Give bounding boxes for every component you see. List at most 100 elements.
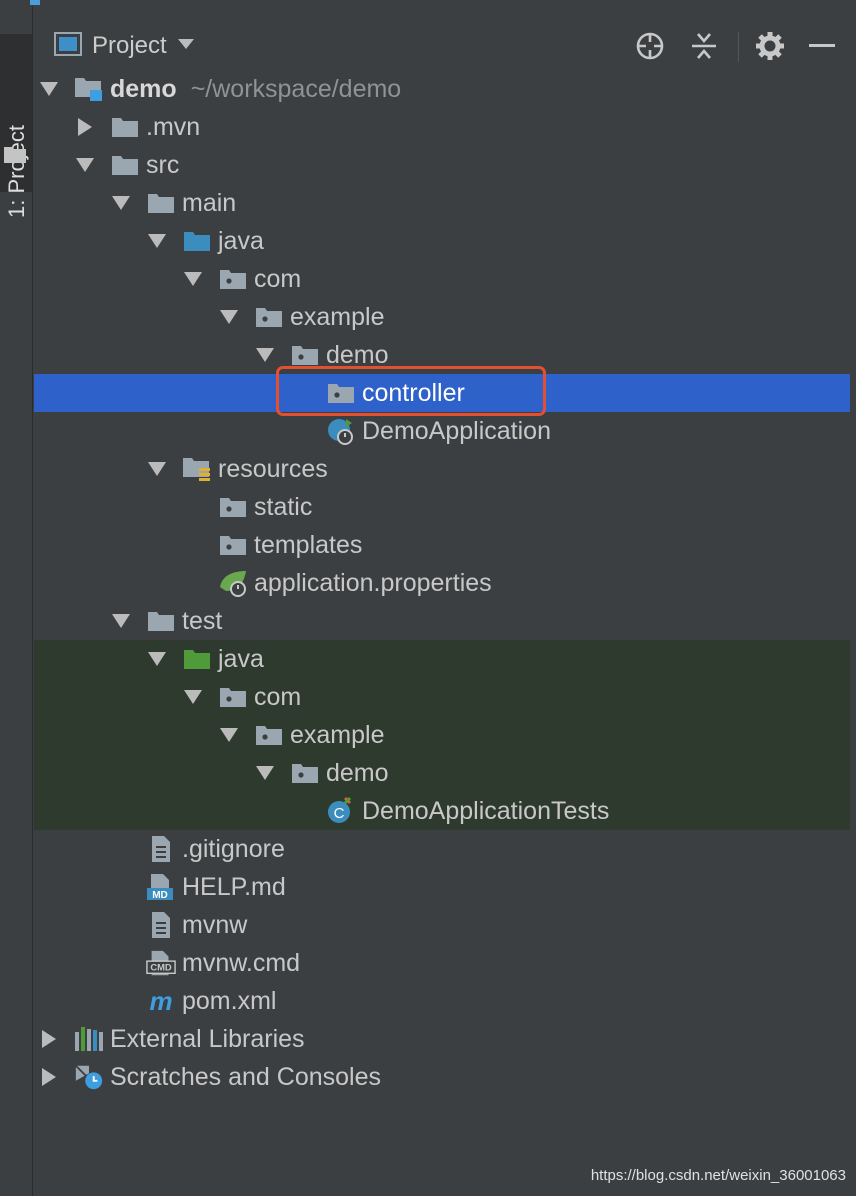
chevron-right-icon[interactable]	[38, 1028, 60, 1050]
libraries-icon	[74, 1026, 104, 1052]
tree-item-example[interactable]: example	[34, 716, 850, 754]
tree-item-help-md[interactable]: MD HELP.md	[34, 868, 850, 906]
chevron-down-icon[interactable]	[110, 610, 132, 632]
package-icon	[218, 266, 248, 292]
markdown-file-icon: MD	[146, 874, 176, 901]
chevron-down-icon[interactable]	[38, 78, 60, 100]
package-icon	[290, 760, 320, 786]
tree-item-label: mvnw	[182, 910, 248, 939]
gear-icon[interactable]	[754, 30, 786, 62]
tree-item-demoapplication[interactable]: DemoApplication	[34, 412, 850, 450]
view-selector[interactable]: Project	[54, 30, 195, 62]
tree-item-java[interactable]: java	[34, 222, 850, 260]
tree-item-label: demo	[110, 74, 177, 103]
chevron-down-icon[interactable]	[110, 192, 132, 214]
svg-text:MD: MD	[152, 890, 168, 901]
tree-item-demoapplicationtests[interactable]: C DemoApplicationTests	[34, 792, 850, 830]
top-strip-marker	[30, 0, 40, 5]
tree-item-label: main	[182, 188, 237, 217]
tree-item-static[interactable]: static	[34, 488, 850, 526]
chevron-down-icon[interactable]	[74, 154, 96, 176]
tree-item-label: example	[290, 720, 385, 749]
module-folder-icon	[74, 76, 104, 102]
chevron-down-icon[interactable]	[182, 268, 204, 290]
spring-boot-class-icon	[326, 418, 356, 445]
chevron-right-icon[interactable]	[74, 116, 96, 138]
folder-icon	[3, 144, 27, 169]
tree-item-label: Scratches and Consoles	[110, 1062, 381, 1091]
tree-item-label: DemoApplicationTests	[362, 796, 610, 825]
tree-item-resources[interactable]: resources	[34, 450, 850, 488]
tree-item-pom-xml[interactable]: m pom.xml	[34, 982, 850, 1020]
view-title: Project	[92, 32, 167, 59]
source-folder-icon	[182, 228, 212, 254]
cmd-file-icon: CMD	[146, 950, 176, 976]
project-tool-window-tab[interactable]: 1: Project	[0, 34, 32, 218]
tree-item-scratches-and-consoles[interactable]: Scratches and Consoles	[34, 1058, 850, 1096]
tree-item-label: com	[254, 264, 302, 293]
chevron-down-icon[interactable]	[254, 344, 276, 366]
tree-item-label: templates	[254, 530, 363, 559]
tree-item-label: resources	[218, 454, 328, 483]
maven-icon: m	[146, 987, 176, 1015]
tree-item-mvnw-cmd[interactable]: CMD mvnw.cmd	[34, 944, 850, 982]
project-panel: Project demo ~/workspace/demo .mvn src main j…	[34, 6, 856, 1196]
resources-folder-icon	[182, 456, 212, 482]
package-icon	[290, 342, 320, 368]
folder-icon	[146, 608, 176, 634]
tree-item-label: HELP.md	[182, 872, 286, 901]
tree-item-application-properties[interactable]: application.properties	[34, 564, 850, 602]
chevron-right-icon[interactable]	[38, 1066, 60, 1088]
test-class-icon: C	[326, 797, 356, 824]
tool-window-sidebar: 1: Project	[0, 6, 33, 1196]
svg-text:m: m	[149, 987, 172, 1015]
collapse-all-icon[interactable]	[688, 30, 720, 62]
chevron-down-icon[interactable]	[218, 306, 240, 328]
tree-item-demo[interactable]: demo ~/workspace/demo	[34, 70, 850, 108]
tree-item-external-libraries[interactable]: External Libraries	[34, 1020, 850, 1058]
folder-icon	[110, 114, 140, 140]
tree-item-label: com	[254, 682, 302, 711]
tree-item-templates[interactable]: templates	[34, 526, 850, 564]
chevron-down-icon[interactable]	[182, 686, 204, 708]
project-view-icon	[54, 31, 82, 61]
tree-item-path-hint: ~/workspace/demo	[190, 74, 402, 103]
tree-item-label: src	[146, 150, 180, 179]
tree-item-label: example	[290, 302, 385, 331]
tree-item-label: DemoApplication	[362, 416, 551, 445]
minimize-icon[interactable]	[806, 30, 838, 62]
tree-item-example[interactable]: example	[34, 298, 850, 336]
tree-item-test[interactable]: test	[34, 602, 850, 640]
tree-item-gitignore[interactable]: .gitignore	[34, 830, 850, 868]
locate-icon[interactable]	[634, 30, 666, 62]
tree-item-com[interactable]: com	[34, 678, 850, 716]
chevron-down-icon	[177, 37, 195, 55]
spring-properties-icon	[218, 570, 248, 597]
folder-icon	[110, 152, 140, 178]
tree-item-mvnw[interactable]: mvnw	[34, 906, 850, 944]
folder-icon	[146, 190, 176, 216]
chevron-down-icon[interactable]	[218, 724, 240, 746]
tree-item-mvn[interactable]: .mvn	[34, 108, 850, 146]
package-icon	[218, 532, 248, 558]
package-icon	[254, 722, 284, 748]
tree-item-label: pom.xml	[182, 986, 277, 1015]
chevron-down-icon[interactable]	[146, 230, 168, 252]
project-tab-text: 1: Project	[4, 125, 29, 218]
text-file-icon	[146, 912, 176, 938]
test-folder-icon	[182, 646, 212, 672]
tree-item-main[interactable]: main	[34, 184, 850, 222]
tree-item-label: test	[182, 606, 223, 635]
tree-item-src[interactable]: src	[34, 146, 850, 184]
chevron-down-icon[interactable]	[146, 648, 168, 670]
chevron-down-icon[interactable]	[254, 762, 276, 784]
chevron-down-icon[interactable]	[146, 458, 168, 480]
tree-item-com[interactable]: com	[34, 260, 850, 298]
tree-item-java[interactable]: java	[34, 640, 850, 678]
package-icon	[218, 494, 248, 520]
tree-item-label: mvnw.cmd	[182, 948, 301, 977]
package-icon	[254, 304, 284, 330]
tree-item-label: java	[218, 644, 264, 673]
tree-item-demo[interactable]: demo	[34, 754, 850, 792]
svg-text:CMD: CMD	[150, 963, 172, 973]
